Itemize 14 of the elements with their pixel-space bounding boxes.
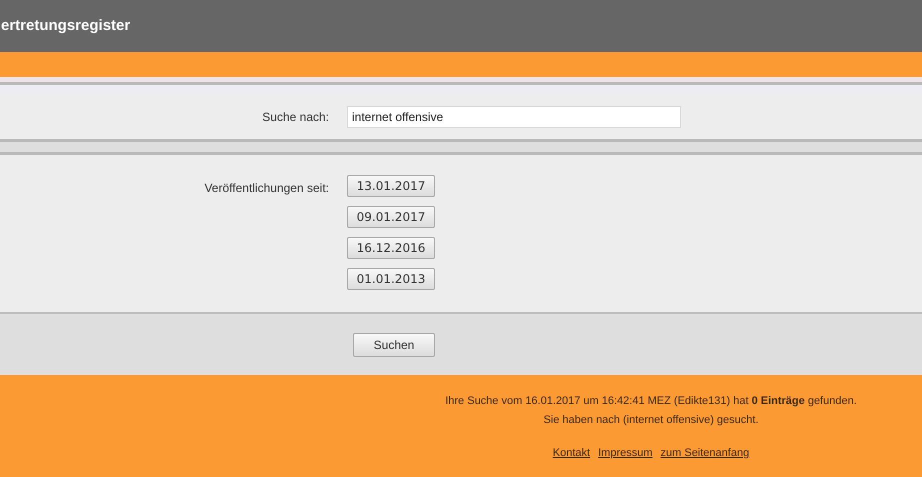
date-button[interactable]: 01.01.2013	[347, 268, 435, 290]
result-text: Ihre Suche vom 16.01.2017 um 16:42:41 MEZ (Edikte131) hat 0 Einträge gefunden.	[445, 394, 857, 409]
search-field[interactable]: internet offensive	[347, 106, 681, 128]
date-button[interactable]: 16.12.2016	[347, 237, 435, 259]
search-label: Suche nach:	[262, 109, 329, 126]
site-title: ertretungsregister	[0, 16, 130, 36]
query-text: Sie haben nach (internet offensive) gesucht.	[543, 412, 759, 428]
footer-link[interactable]: Kontakt	[552, 445, 590, 462]
publications-label: Veröffentlichungen seit:	[204, 180, 329, 197]
date-button[interactable]: 13.01.2017	[347, 175, 435, 197]
date-button[interactable]: 09.01.2017	[347, 206, 435, 228]
footer-link[interactable]: Impressum	[598, 445, 653, 462]
search-button[interactable]: Suchen	[353, 332, 435, 356]
footer-link[interactable]: zum Seitenanfang	[660, 445, 750, 462]
